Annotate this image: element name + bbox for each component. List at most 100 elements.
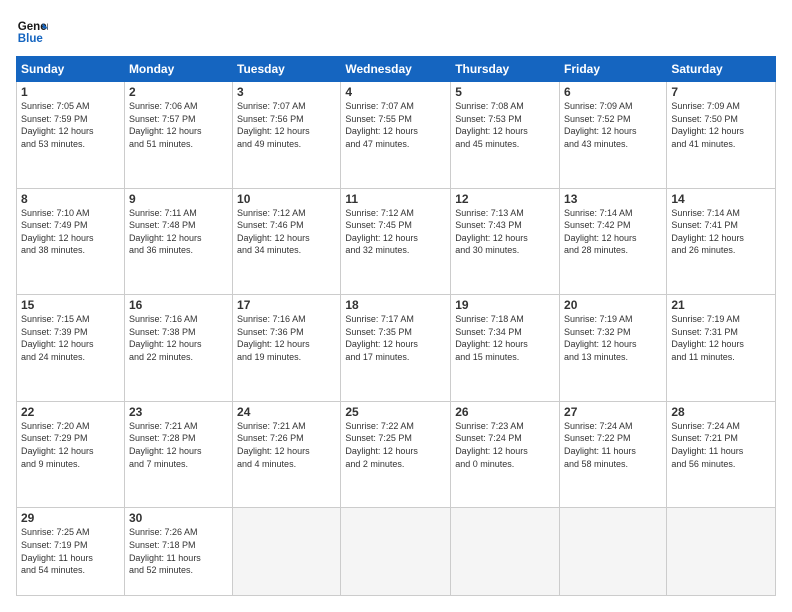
day-number: 7 bbox=[671, 85, 771, 99]
calendar-cell bbox=[560, 508, 667, 596]
calendar-cell: 27Sunrise: 7:24 AMSunset: 7:22 PMDayligh… bbox=[560, 401, 667, 508]
calendar-cell bbox=[233, 508, 341, 596]
day-number: 4 bbox=[345, 85, 446, 99]
calendar-cell: 29Sunrise: 7:25 AMSunset: 7:19 PMDayligh… bbox=[17, 508, 125, 596]
calendar-cell: 19Sunrise: 7:18 AMSunset: 7:34 PMDayligh… bbox=[451, 295, 560, 402]
calendar-cell: 20Sunrise: 7:19 AMSunset: 7:32 PMDayligh… bbox=[560, 295, 667, 402]
day-number: 11 bbox=[345, 192, 446, 206]
day-number: 17 bbox=[237, 298, 336, 312]
day-number: 12 bbox=[455, 192, 555, 206]
day-number: 23 bbox=[129, 405, 228, 419]
day-number: 10 bbox=[237, 192, 336, 206]
calendar-cell: 3Sunrise: 7:07 AMSunset: 7:56 PMDaylight… bbox=[233, 82, 341, 189]
day-number: 18 bbox=[345, 298, 446, 312]
day-info: Sunrise: 7:19 AMSunset: 7:31 PMDaylight:… bbox=[671, 313, 771, 363]
day-number: 8 bbox=[21, 192, 120, 206]
day-info: Sunrise: 7:07 AMSunset: 7:55 PMDaylight:… bbox=[345, 100, 446, 150]
day-number: 2 bbox=[129, 85, 228, 99]
calendar-cell: 22Sunrise: 7:20 AMSunset: 7:29 PMDayligh… bbox=[17, 401, 125, 508]
calendar-cell: 13Sunrise: 7:14 AMSunset: 7:42 PMDayligh… bbox=[560, 188, 667, 295]
calendar-cell: 21Sunrise: 7:19 AMSunset: 7:31 PMDayligh… bbox=[667, 295, 776, 402]
day-info: Sunrise: 7:09 AMSunset: 7:50 PMDaylight:… bbox=[671, 100, 771, 150]
day-info: Sunrise: 7:11 AMSunset: 7:48 PMDaylight:… bbox=[129, 207, 228, 257]
day-info: Sunrise: 7:20 AMSunset: 7:29 PMDaylight:… bbox=[21, 420, 120, 470]
day-number: 9 bbox=[129, 192, 228, 206]
calendar-cell: 7Sunrise: 7:09 AMSunset: 7:50 PMDaylight… bbox=[667, 82, 776, 189]
weekday-header-friday: Friday bbox=[560, 57, 667, 82]
calendar-cell: 25Sunrise: 7:22 AMSunset: 7:25 PMDayligh… bbox=[341, 401, 451, 508]
weekday-header-sunday: Sunday bbox=[17, 57, 125, 82]
calendar-cell: 8Sunrise: 7:10 AMSunset: 7:49 PMDaylight… bbox=[17, 188, 125, 295]
calendar-cell: 28Sunrise: 7:24 AMSunset: 7:21 PMDayligh… bbox=[667, 401, 776, 508]
day-info: Sunrise: 7:08 AMSunset: 7:53 PMDaylight:… bbox=[455, 100, 555, 150]
day-info: Sunrise: 7:21 AMSunset: 7:26 PMDaylight:… bbox=[237, 420, 336, 470]
calendar-cell bbox=[667, 508, 776, 596]
day-info: Sunrise: 7:18 AMSunset: 7:34 PMDaylight:… bbox=[455, 313, 555, 363]
calendar-cell: 17Sunrise: 7:16 AMSunset: 7:36 PMDayligh… bbox=[233, 295, 341, 402]
calendar-cell: 5Sunrise: 7:08 AMSunset: 7:53 PMDaylight… bbox=[451, 82, 560, 189]
day-info: Sunrise: 7:19 AMSunset: 7:32 PMDaylight:… bbox=[564, 313, 662, 363]
weekday-header-tuesday: Tuesday bbox=[233, 57, 341, 82]
day-info: Sunrise: 7:09 AMSunset: 7:52 PMDaylight:… bbox=[564, 100, 662, 150]
day-number: 21 bbox=[671, 298, 771, 312]
weekday-header-saturday: Saturday bbox=[667, 57, 776, 82]
calendar-cell: 9Sunrise: 7:11 AMSunset: 7:48 PMDaylight… bbox=[124, 188, 232, 295]
calendar-cell: 4Sunrise: 7:07 AMSunset: 7:55 PMDaylight… bbox=[341, 82, 451, 189]
day-number: 20 bbox=[564, 298, 662, 312]
day-info: Sunrise: 7:21 AMSunset: 7:28 PMDaylight:… bbox=[129, 420, 228, 470]
day-info: Sunrise: 7:07 AMSunset: 7:56 PMDaylight:… bbox=[237, 100, 336, 150]
calendar-cell bbox=[341, 508, 451, 596]
calendar-cell: 15Sunrise: 7:15 AMSunset: 7:39 PMDayligh… bbox=[17, 295, 125, 402]
weekday-header-monday: Monday bbox=[124, 57, 232, 82]
day-info: Sunrise: 7:15 AMSunset: 7:39 PMDaylight:… bbox=[21, 313, 120, 363]
day-number: 15 bbox=[21, 298, 120, 312]
logo: General Blue bbox=[16, 16, 48, 48]
calendar-cell: 16Sunrise: 7:16 AMSunset: 7:38 PMDayligh… bbox=[124, 295, 232, 402]
day-info: Sunrise: 7:17 AMSunset: 7:35 PMDaylight:… bbox=[345, 313, 446, 363]
calendar-cell: 14Sunrise: 7:14 AMSunset: 7:41 PMDayligh… bbox=[667, 188, 776, 295]
day-info: Sunrise: 7:25 AMSunset: 7:19 PMDaylight:… bbox=[21, 526, 120, 576]
day-info: Sunrise: 7:13 AMSunset: 7:43 PMDaylight:… bbox=[455, 207, 555, 257]
calendar-cell: 10Sunrise: 7:12 AMSunset: 7:46 PMDayligh… bbox=[233, 188, 341, 295]
day-number: 28 bbox=[671, 405, 771, 419]
svg-text:Blue: Blue bbox=[18, 33, 44, 45]
calendar-cell: 24Sunrise: 7:21 AMSunset: 7:26 PMDayligh… bbox=[233, 401, 341, 508]
day-info: Sunrise: 7:16 AMSunset: 7:36 PMDaylight:… bbox=[237, 313, 336, 363]
day-info: Sunrise: 7:22 AMSunset: 7:25 PMDaylight:… bbox=[345, 420, 446, 470]
day-info: Sunrise: 7:16 AMSunset: 7:38 PMDaylight:… bbox=[129, 313, 228, 363]
calendar-cell: 6Sunrise: 7:09 AMSunset: 7:52 PMDaylight… bbox=[560, 82, 667, 189]
calendar-cell: 26Sunrise: 7:23 AMSunset: 7:24 PMDayligh… bbox=[451, 401, 560, 508]
header: General Blue bbox=[16, 16, 776, 48]
calendar-cell: 12Sunrise: 7:13 AMSunset: 7:43 PMDayligh… bbox=[451, 188, 560, 295]
calendar-cell: 11Sunrise: 7:12 AMSunset: 7:45 PMDayligh… bbox=[341, 188, 451, 295]
calendar-cell: 23Sunrise: 7:21 AMSunset: 7:28 PMDayligh… bbox=[124, 401, 232, 508]
day-number: 6 bbox=[564, 85, 662, 99]
day-number: 14 bbox=[671, 192, 771, 206]
day-number: 25 bbox=[345, 405, 446, 419]
day-info: Sunrise: 7:14 AMSunset: 7:41 PMDaylight:… bbox=[671, 207, 771, 257]
day-number: 26 bbox=[455, 405, 555, 419]
day-info: Sunrise: 7:10 AMSunset: 7:49 PMDaylight:… bbox=[21, 207, 120, 257]
calendar-cell: 30Sunrise: 7:26 AMSunset: 7:18 PMDayligh… bbox=[124, 508, 232, 596]
day-number: 27 bbox=[564, 405, 662, 419]
day-info: Sunrise: 7:05 AMSunset: 7:59 PMDaylight:… bbox=[21, 100, 120, 150]
day-number: 22 bbox=[21, 405, 120, 419]
day-info: Sunrise: 7:14 AMSunset: 7:42 PMDaylight:… bbox=[564, 207, 662, 257]
day-number: 19 bbox=[455, 298, 555, 312]
calendar-cell: 1Sunrise: 7:05 AMSunset: 7:59 PMDaylight… bbox=[17, 82, 125, 189]
day-info: Sunrise: 7:12 AMSunset: 7:45 PMDaylight:… bbox=[345, 207, 446, 257]
calendar-cell: 2Sunrise: 7:06 AMSunset: 7:57 PMDaylight… bbox=[124, 82, 232, 189]
day-info: Sunrise: 7:26 AMSunset: 7:18 PMDaylight:… bbox=[129, 526, 228, 576]
day-number: 3 bbox=[237, 85, 336, 99]
weekday-header-thursday: Thursday bbox=[451, 57, 560, 82]
day-number: 5 bbox=[455, 85, 555, 99]
calendar-cell: 18Sunrise: 7:17 AMSunset: 7:35 PMDayligh… bbox=[341, 295, 451, 402]
calendar-cell bbox=[451, 508, 560, 596]
weekday-header-wednesday: Wednesday bbox=[341, 57, 451, 82]
day-info: Sunrise: 7:24 AMSunset: 7:21 PMDaylight:… bbox=[671, 420, 771, 470]
day-number: 24 bbox=[237, 405, 336, 419]
day-info: Sunrise: 7:23 AMSunset: 7:24 PMDaylight:… bbox=[455, 420, 555, 470]
day-number: 29 bbox=[21, 511, 120, 525]
day-number: 30 bbox=[129, 511, 228, 525]
day-info: Sunrise: 7:24 AMSunset: 7:22 PMDaylight:… bbox=[564, 420, 662, 470]
